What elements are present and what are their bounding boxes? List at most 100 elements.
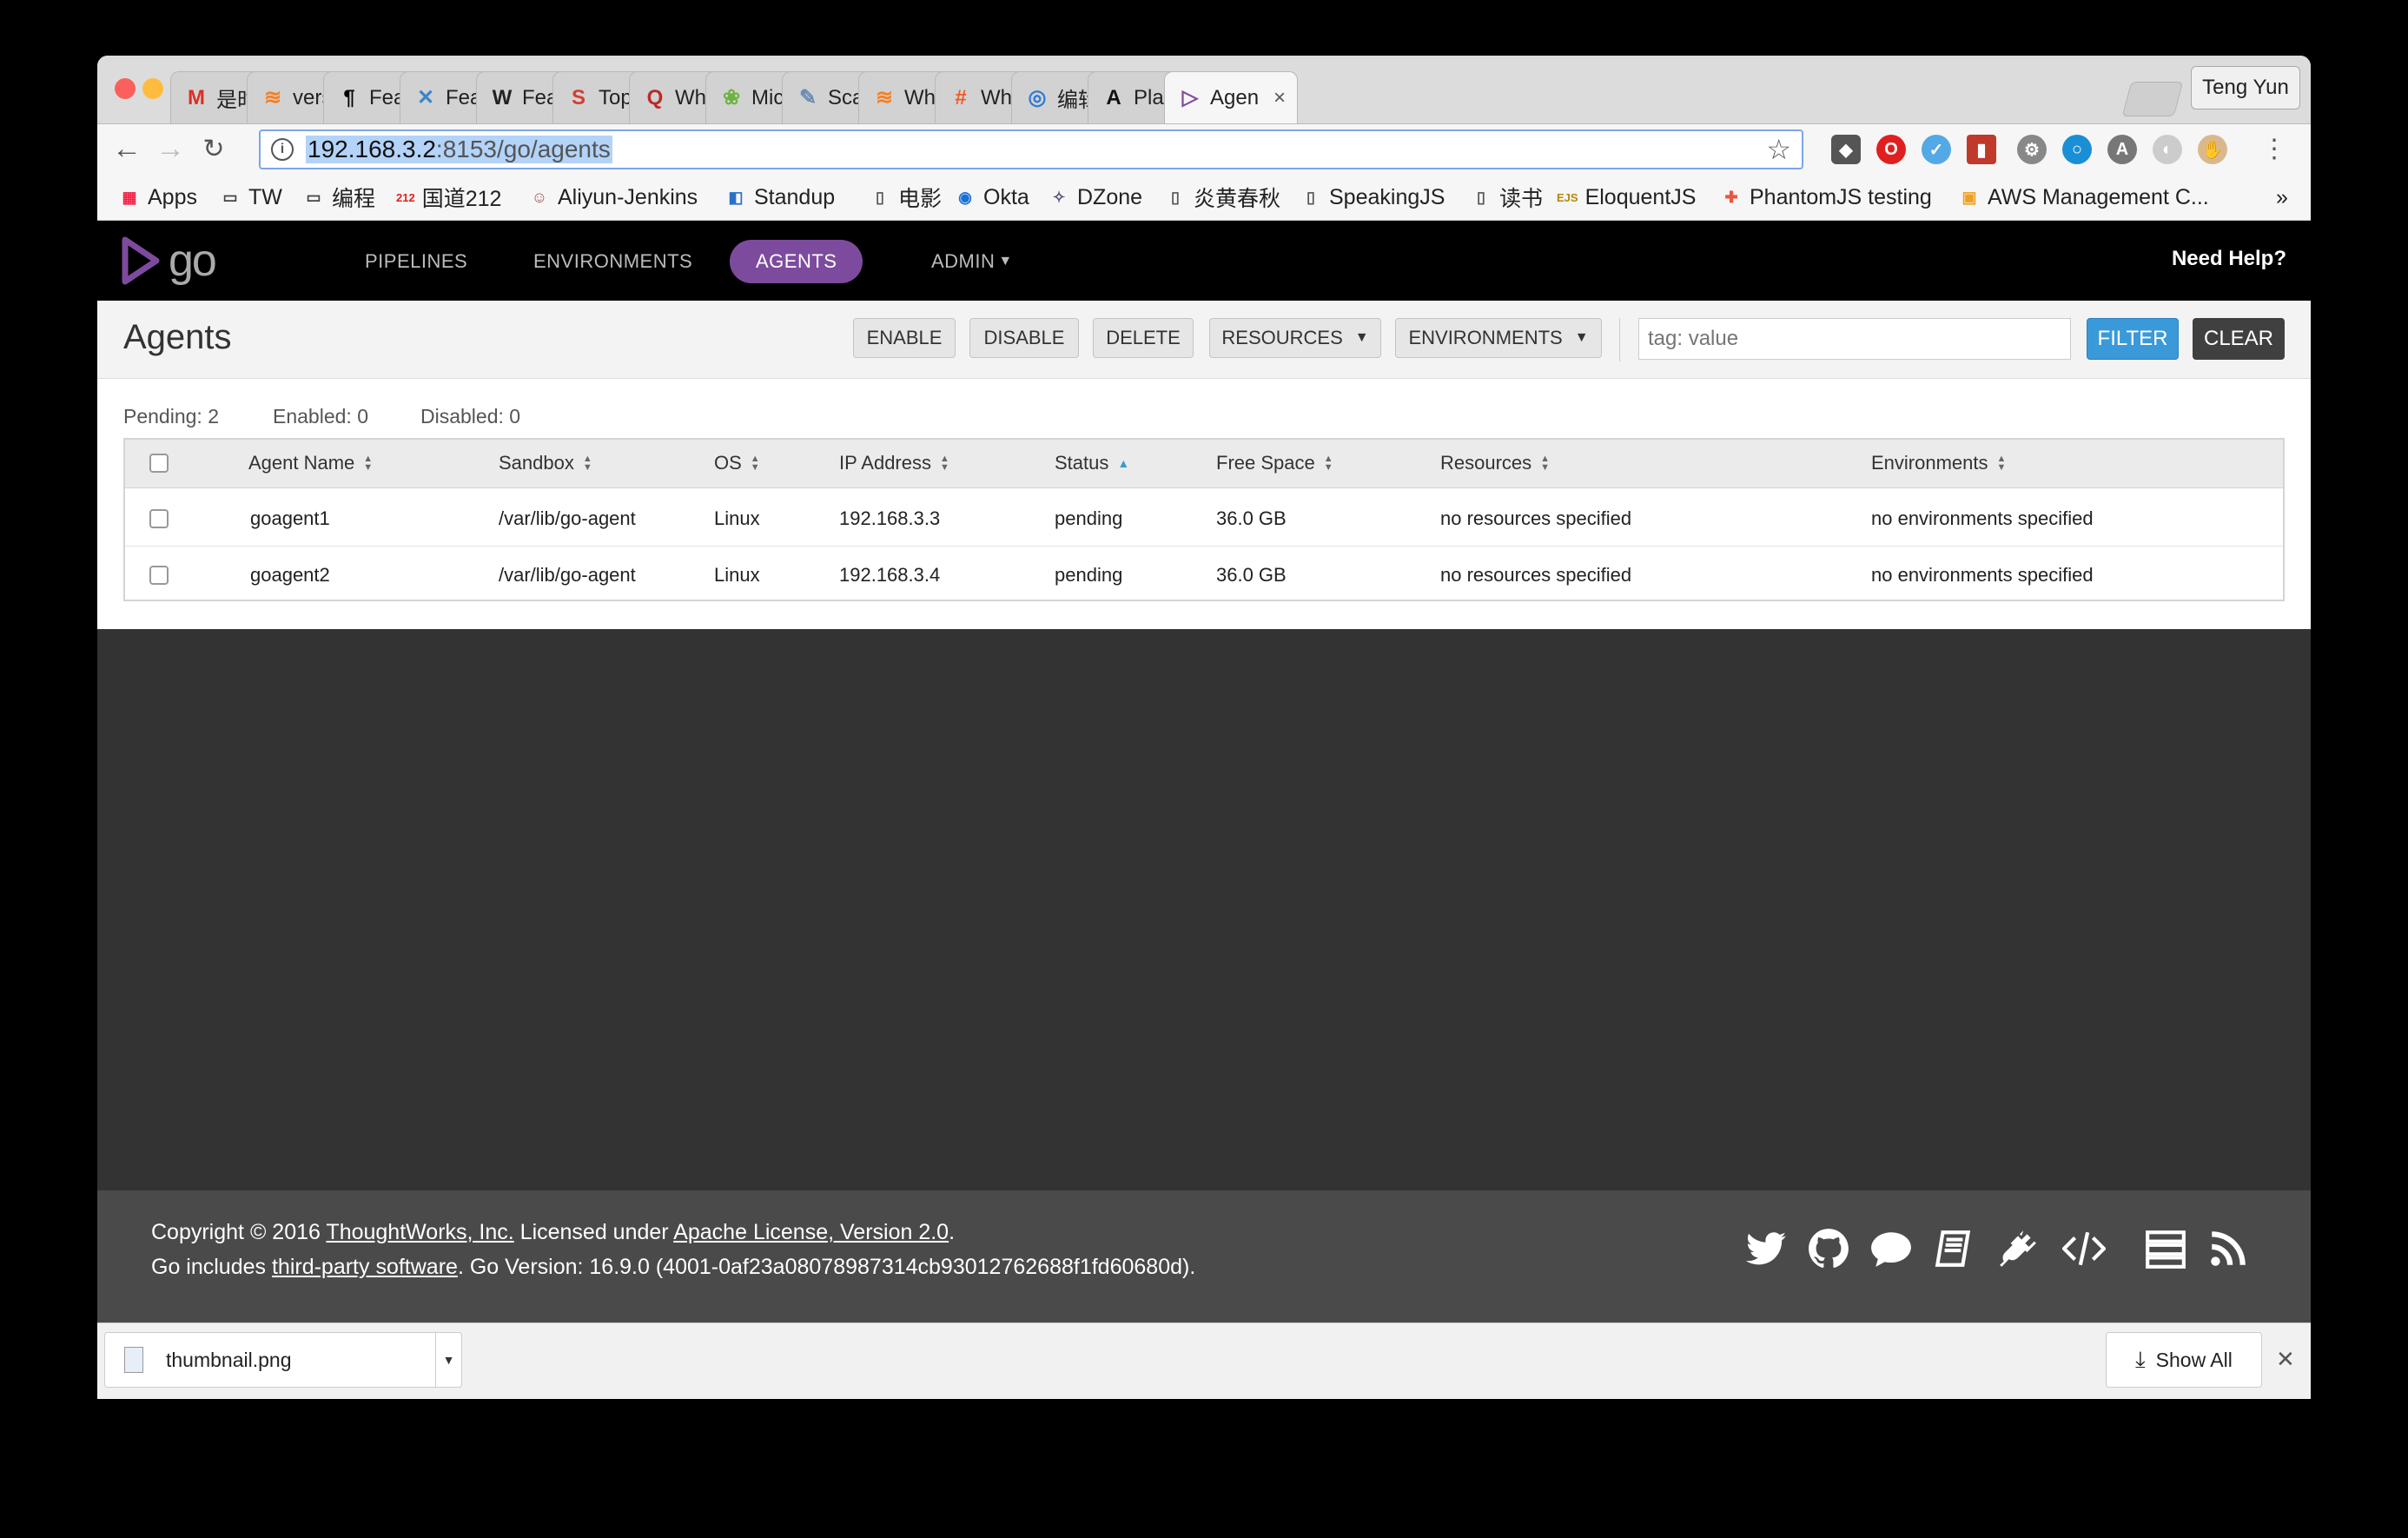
code-icon[interactable]: [2062, 1227, 2106, 1270]
show-all-button[interactable]: ⤓ Show All: [2106, 1332, 2262, 1388]
extension-book-icon[interactable]: ▮: [1967, 135, 1996, 164]
bookmark-star-icon[interactable]: ☆: [1766, 133, 1791, 166]
table-row[interactable]: goagent2 /var/lib/go-agent Linux 192.168…: [125, 546, 2283, 601]
agent-sandbox: /var/lib/go-agent: [499, 564, 636, 586]
col-environments[interactable]: Environments ▲ ▼: [1871, 452, 2006, 474]
menu-dots-icon[interactable]: ⋮: [2257, 131, 2292, 166]
col-resources[interactable]: Resources ▲ ▼: [1440, 452, 1550, 474]
third-party-link[interactable]: third-party software: [272, 1255, 458, 1279]
bookmark-item[interactable]: ▯ 电影: [869, 182, 942, 212]
extension-check-icon[interactable]: ✓: [1922, 135, 1951, 164]
twitter-icon[interactable]: [1744, 1227, 1788, 1270]
bookmark-item[interactable]: ☺ Aliyun-Jenkins: [528, 182, 698, 212]
col-ip-address[interactable]: IP Address ▲ ▼: [839, 452, 949, 474]
extension-ring-icon[interactable]: ○: [2062, 135, 2092, 164]
download-item[interactable]: thumbnail.png ▼: [104, 1332, 462, 1388]
gocd-logo[interactable]: go: [122, 235, 217, 287]
col-free-space[interactable]: Free Space ▲ ▼: [1216, 452, 1333, 474]
bookmark-item[interactable]: ▭ 编程: [302, 182, 375, 212]
bookmark-item[interactable]: ◉ Okta: [954, 182, 1029, 212]
profile-button[interactable]: Teng Yun: [2191, 66, 2300, 109]
github-icon[interactable]: [1807, 1227, 1850, 1270]
col-sandbox[interactable]: Sandbox ▲ ▼: [499, 452, 592, 474]
tab-favicon-icon: ❀: [722, 86, 741, 109]
sort-icon: ▲ ▼: [1323, 454, 1333, 473]
col-agent-name[interactable]: Agent Name ▲ ▼: [248, 452, 373, 474]
close-window-button[interactable]: [115, 78, 136, 99]
bookmark-item[interactable]: 212 国道212: [396, 182, 501, 212]
environments-dropdown[interactable]: ENVIRONMENTS ▼: [1395, 318, 1602, 358]
filter-input[interactable]: [1638, 318, 2071, 360]
nav-environments[interactable]: ENVIRONMENTS: [507, 240, 718, 283]
rss-icon[interactable]: [2206, 1227, 2250, 1270]
bookmarks-bar: ▦ Apps ▭ TW ▭ 编程 212 国道212 ☺ Aliyun-Jenkins ◧ Stand…: [97, 174, 2311, 221]
bookmark-item[interactable]: ✚ PhantomJS testing: [1720, 182, 1932, 212]
angular-icon[interactable]: A: [2107, 135, 2137, 164]
plus-icon: ✚: [1724, 188, 1738, 206]
bookmark-item[interactable]: ▦ Apps: [118, 182, 197, 212]
bookmark-label: 炎黄春秋: [1194, 187, 1281, 211]
enable-button[interactable]: ENABLE: [853, 318, 956, 358]
bookmark-item[interactable]: ▣ AWS Management C...: [1958, 182, 2208, 212]
table-row[interactable]: goagent1 /var/lib/go-agent Linux 192.168…: [125, 490, 2283, 546]
site-info-icon[interactable]: i: [271, 138, 294, 161]
bookmark-item[interactable]: ✧ DZone: [1048, 182, 1142, 212]
bookmark-label: TW: [248, 184, 282, 209]
logo-text: go: [169, 235, 217, 286]
agent-ip: 192.168.3.4: [839, 564, 941, 586]
clear-button[interactable]: CLEAR: [2193, 318, 2285, 360]
gocd-page: go PIPELINES ENVIRONMENTS AGENTS ADMIN ▼ …: [97, 221, 2311, 1323]
bookmark-item[interactable]: ▯ 炎黄春秋: [1164, 182, 1280, 212]
need-help-link[interactable]: Need Help?: [2172, 247, 2286, 271]
tab-close-icon[interactable]: ×: [1271, 86, 1288, 110]
chat-icon[interactable]: [1869, 1227, 1913, 1270]
col-status[interactable]: Status ▲: [1055, 452, 1129, 474]
environments-label: ENVIRONMENTS: [1408, 327, 1563, 348]
url-text[interactable]: 192.168.3.2:8153/go/agents: [306, 136, 612, 163]
col-os[interactable]: OS ▲ ▼: [714, 452, 760, 474]
thoughtworks-link[interactable]: ThoughtWorks, Inc.: [326, 1220, 513, 1244]
extension-cloud-icon[interactable]: ◐: [2153, 135, 2182, 164]
close-download-bar-icon[interactable]: ✕: [2276, 1346, 2295, 1373]
nav-agents[interactable]: AGENTS: [730, 240, 863, 283]
show-all-label: Show All: [2155, 1348, 2233, 1371]
gocd-header: go PIPELINES ENVIRONMENTS AGENTS ADMIN ▼ …: [97, 221, 2311, 301]
reload-icon[interactable]: ↻: [196, 131, 231, 166]
apps-grid-icon: ▦: [122, 188, 137, 206]
resources-dropdown[interactable]: RESOURCES ▼: [1209, 318, 1381, 358]
col-label: Agent Name: [248, 452, 355, 474]
filter-button[interactable]: FILTER: [2087, 318, 2179, 360]
row-checkbox[interactable]: [149, 509, 169, 528]
address-bar[interactable]: i 192.168.3.2:8153/go/agents ☆: [259, 129, 1803, 169]
bookmark-item[interactable]: ▯ 读书: [1470, 182, 1543, 212]
copyright-text: Copyright © 2016 ThoughtWorks, Inc. Lice…: [151, 1220, 955, 1245]
server-list-icon[interactable]: [2144, 1227, 2187, 1270]
more-bookmarks-button[interactable]: »: [2276, 182, 2288, 212]
select-all-checkbox[interactable]: [149, 454, 169, 473]
plug-icon[interactable]: [1996, 1227, 2040, 1270]
new-tab-button[interactable]: [2121, 82, 2184, 116]
bookmark-label: PhantomJS testing: [1750, 184, 1932, 209]
delete-button[interactable]: DELETE: [1093, 318, 1194, 358]
sort-icon: ▲ ▼: [750, 454, 760, 473]
extension-gear-icon[interactable]: ⚙: [2017, 135, 2047, 164]
back-arrow-icon[interactable]: ←: [109, 131, 144, 166]
minimize-window-button[interactable]: [142, 78, 163, 99]
disable-button[interactable]: DISABLE: [969, 318, 1079, 358]
book-icon[interactable]: [1932, 1227, 1975, 1270]
opera-icon[interactable]: O: [1876, 135, 1906, 164]
agent-status: pending: [1055, 507, 1123, 529]
bookmark-item[interactable]: ◧ Standup: [724, 182, 835, 212]
tab-14[interactable]: ▷ Agen ×: [1164, 71, 1298, 123]
extension-icon[interactable]: ◆: [1831, 135, 1861, 164]
forward-arrow-icon[interactable]: →: [153, 131, 188, 166]
bookmark-item[interactable]: ▭ TW: [219, 182, 282, 212]
extension-hand-icon[interactable]: ✋: [2198, 135, 2227, 164]
nav-admin[interactable]: ADMIN ▼: [905, 240, 1039, 283]
nav-pipelines[interactable]: PIPELINES: [339, 240, 493, 283]
bookmark-item[interactable]: EJS EloquentJS: [1557, 182, 1696, 212]
row-checkbox[interactable]: [149, 566, 169, 585]
apache-license-link[interactable]: Apache License, Version 2.0: [673, 1220, 949, 1244]
bookmark-item[interactable]: ▯ SpeakingJS: [1300, 182, 1445, 212]
download-menu-caret-icon[interactable]: ▼: [435, 1333, 461, 1387]
